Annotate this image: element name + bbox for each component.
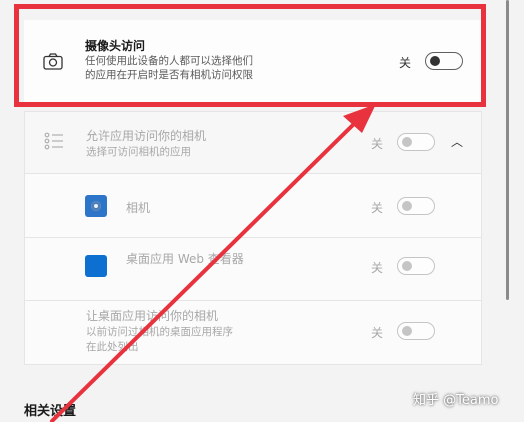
watermark: 知乎 @Teamo — [413, 393, 499, 408]
camera-access-title: 摄像头访问 — [85, 39, 146, 53]
camera-app-icon — [85, 195, 107, 217]
camera-icon — [43, 53, 63, 70]
desktop-access-card: 让桌面应用访问你的相机 以前访问过相机的桌面应用程序 在此处列出 关 — [24, 301, 482, 365]
desktop-access-state: 关 — [371, 326, 384, 340]
allow-apps-title: 允许应用访问你的相机 — [86, 129, 207, 143]
allow-apps-card: 允许应用访问你的相机 选择可访问相机的应用 关 ︿ — [24, 111, 482, 174]
allow-apps-state: 关 — [371, 137, 384, 151]
toggle-knob — [402, 326, 412, 336]
scrollbar[interactable] — [504, 0, 510, 422]
app-toggle-camera[interactable] — [397, 197, 435, 215]
camera-access-card: 摄像头访问 任何使用此设备的人都可以选择他们 的应用在开启时是否有相机访问权限 … — [24, 20, 482, 103]
app-name-web-viewer: 桌面应用 Web 查看器 — [126, 252, 244, 266]
store-app-icon — [85, 255, 107, 277]
desktop-access-toggle[interactable] — [397, 322, 435, 340]
desktop-access-title: 让桌面应用访问你的相机 — [86, 309, 219, 323]
app-toggle-web-viewer[interactable] — [397, 257, 435, 275]
camera-access-desc-2: 的应用在开启时是否有相机访问权限 — [85, 69, 253, 81]
app-name-camera: 相机 — [126, 201, 151, 215]
toggle-knob — [402, 201, 412, 211]
allow-apps-desc: 选择可访问相机的应用 — [86, 146, 191, 158]
desktop-access-desc-2: 在此处列出 — [86, 341, 139, 353]
related-settings-heading: 相关设置 — [24, 404, 77, 419]
allow-apps-toggle[interactable] — [397, 133, 435, 151]
camera-access-state: 关 — [399, 56, 412, 70]
toggle-knob — [430, 56, 440, 66]
app-state-camera: 关 — [371, 201, 384, 215]
app-state-web-viewer: 关 — [371, 261, 384, 275]
toggle-knob — [402, 261, 412, 271]
app-row-web-viewer: 桌面应用 Web 查看器 关 — [24, 238, 482, 301]
desktop-access-desc-1: 以前访问过相机的桌面应用程序 — [86, 326, 233, 338]
app-row-camera: 相机 关 — [24, 174, 482, 238]
camera-access-toggle[interactable] — [425, 52, 463, 70]
toggle-knob — [402, 137, 412, 147]
camera-access-desc-1: 任何使用此设备的人都可以选择他们 — [85, 55, 253, 67]
scrollbar-thumb[interactable] — [506, 0, 509, 300]
list-icon — [44, 132, 63, 150]
chevron-up-icon[interactable]: ︿ — [451, 133, 463, 150]
